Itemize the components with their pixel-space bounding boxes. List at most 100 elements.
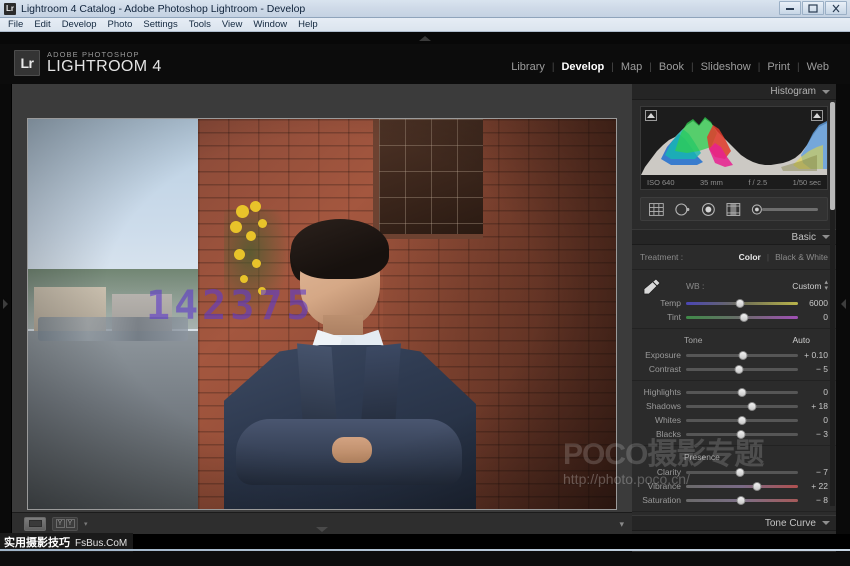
app-icon: Lr xyxy=(4,3,16,15)
slider-track[interactable] xyxy=(686,433,798,436)
lightroom-badge: Lr xyxy=(14,50,40,76)
slider-saturation[interactable]: Saturation − 8 xyxy=(640,493,828,507)
left-panel-collapsed[interactable] xyxy=(0,84,12,534)
tone-section: Tone Auto Exposure + 0.10 Contrast xyxy=(632,329,836,381)
menu-settings[interactable]: Settings xyxy=(143,19,177,30)
toolbar-options-icon[interactable]: ▾ xyxy=(619,519,624,530)
slider-vibrance[interactable]: Vibrance + 22 xyxy=(640,479,828,493)
treatment-color-option[interactable]: Color xyxy=(739,252,761,262)
before-after-icon[interactable]: YY xyxy=(52,517,78,531)
slider-track[interactable] xyxy=(686,354,798,357)
menu-edit[interactable]: Edit xyxy=(34,19,50,30)
chevron-down-icon[interactable]: ▾ xyxy=(84,520,88,528)
menu-develop[interactable]: Develop xyxy=(62,19,97,30)
module-develop[interactable]: Develop xyxy=(554,61,611,73)
close-icon[interactable] xyxy=(825,1,847,15)
shadow-clipping-icon[interactable] xyxy=(645,110,657,121)
slider-track[interactable] xyxy=(686,302,798,305)
identity-plate[interactable]: Lr ADOBE PHOTOSHOP LIGHTROOM 4 xyxy=(14,50,162,76)
slider-knob[interactable] xyxy=(736,496,745,505)
basic-panel-header[interactable]: Basic xyxy=(632,229,836,245)
maximize-icon[interactable] xyxy=(802,1,824,15)
slider-blacks[interactable]: Blacks − 3 xyxy=(640,427,828,441)
slider-track[interactable] xyxy=(686,316,798,319)
menu-file[interactable]: File xyxy=(8,19,23,30)
lightroom-window: Lr Lightroom 4 Catalog - Adobe Photoshop… xyxy=(0,0,850,551)
slider-track[interactable] xyxy=(686,485,798,488)
slider-tint[interactable]: Tint 0 xyxy=(640,310,828,324)
menu-window[interactable]: Window xyxy=(253,19,287,30)
panel-scrollbar-thumb[interactable] xyxy=(830,102,835,210)
highlight-clipping-icon[interactable] xyxy=(811,110,823,121)
menu-tools[interactable]: Tools xyxy=(189,19,211,30)
slider-knob[interactable] xyxy=(748,402,757,411)
menu-help[interactable]: Help xyxy=(298,19,318,30)
slider-track[interactable] xyxy=(686,405,798,408)
slider-track[interactable] xyxy=(686,499,798,502)
image-canvas[interactable]: 142375 YY ▾ ▾ xyxy=(12,84,632,534)
slider-label: Temp xyxy=(640,298,686,308)
wb-preset-dropdown[interactable]: Custom ▴▾ xyxy=(792,280,828,292)
module-picker: Library | Develop | Map | Book | Slidesh… xyxy=(504,61,836,73)
slider-track[interactable] xyxy=(686,391,798,394)
chevron-right-icon[interactable] xyxy=(3,299,8,309)
menu-view[interactable]: View xyxy=(222,19,242,30)
tone-auto-button[interactable]: Auto xyxy=(793,335,811,345)
photo-preview[interactable]: 142375 xyxy=(28,119,616,509)
slider-knob[interactable] xyxy=(738,388,747,397)
chevron-up-icon[interactable] xyxy=(419,36,431,41)
module-slideshow[interactable]: Slideshow xyxy=(694,61,758,73)
red-eye-icon[interactable] xyxy=(700,202,717,217)
slider-knob[interactable] xyxy=(736,430,745,439)
slider-knob[interactable] xyxy=(735,468,744,477)
minimize-icon[interactable] xyxy=(779,1,801,15)
statusbar: 实用摄影技巧 FsBus.CoM xyxy=(0,534,850,551)
slider-knob[interactable] xyxy=(734,365,743,374)
tone-detail-section: Highlights 0 Shadows + 18 xyxy=(632,381,836,446)
spot-removal-icon[interactable] xyxy=(674,202,691,217)
slider-knob[interactable] xyxy=(740,313,749,322)
menu-photo[interactable]: Photo xyxy=(108,19,133,30)
loupe-view-icon[interactable] xyxy=(24,517,46,531)
chevron-down-icon[interactable] xyxy=(822,235,830,239)
tone-curve-header[interactable]: Tone Curve xyxy=(632,515,836,531)
chevron-down-icon[interactable] xyxy=(822,521,830,525)
slider-shadows[interactable]: Shadows + 18 xyxy=(640,399,828,413)
right-edge-strip[interactable] xyxy=(836,84,850,534)
slider-highlights[interactable]: Highlights 0 xyxy=(640,385,828,399)
module-web[interactable]: Web xyxy=(800,61,836,73)
slider-label: Saturation xyxy=(640,495,686,505)
module-print[interactable]: Print xyxy=(760,61,797,73)
module-library[interactable]: Library xyxy=(504,61,552,73)
module-book[interactable]: Book xyxy=(652,61,691,73)
toolbar-collapse-icon[interactable] xyxy=(316,527,328,532)
chevron-down-icon[interactable] xyxy=(822,90,830,94)
develop-tool-strip xyxy=(640,197,828,221)
histogram-panel[interactable]: ISO 640 35 mm f / 2.5 1/50 sec xyxy=(640,106,828,190)
treatment-bw-option[interactable]: Black & White xyxy=(775,252,828,262)
slider-contrast[interactable]: Contrast − 5 xyxy=(640,362,828,376)
slider-knob[interactable] xyxy=(738,416,747,425)
histogram-iso: ISO 640 xyxy=(647,178,675,187)
presence-title: Presence xyxy=(684,452,720,462)
chevron-left-icon[interactable] xyxy=(841,299,846,309)
graduated-filter-icon[interactable] xyxy=(725,202,742,217)
module-map[interactable]: Map xyxy=(614,61,649,73)
slider-knob[interactable] xyxy=(739,351,748,360)
top-panel-collapsed[interactable] xyxy=(0,32,850,44)
slider-knob[interactable] xyxy=(735,299,744,308)
slider-track[interactable] xyxy=(686,368,798,371)
slider-whites[interactable]: Whites 0 xyxy=(640,413,828,427)
histogram-header[interactable]: Histogram xyxy=(632,84,836,100)
presence-section: Presence Clarity − 7 Vibrance xyxy=(632,446,836,512)
slider-value: 0 xyxy=(798,312,828,322)
slider-clarity[interactable]: Clarity − 7 xyxy=(640,465,828,479)
slider-track[interactable] xyxy=(686,471,798,474)
slider-temp[interactable]: Temp 6000 xyxy=(640,296,828,310)
slider-track[interactable] xyxy=(686,419,798,422)
white-balance-selector-icon[interactable] xyxy=(640,277,662,295)
slider-exposure[interactable]: Exposure + 0.10 xyxy=(640,348,828,362)
slider-knob[interactable] xyxy=(752,482,761,491)
crop-overlay-icon[interactable] xyxy=(648,202,665,217)
adjustment-brush-icon[interactable] xyxy=(751,203,820,216)
